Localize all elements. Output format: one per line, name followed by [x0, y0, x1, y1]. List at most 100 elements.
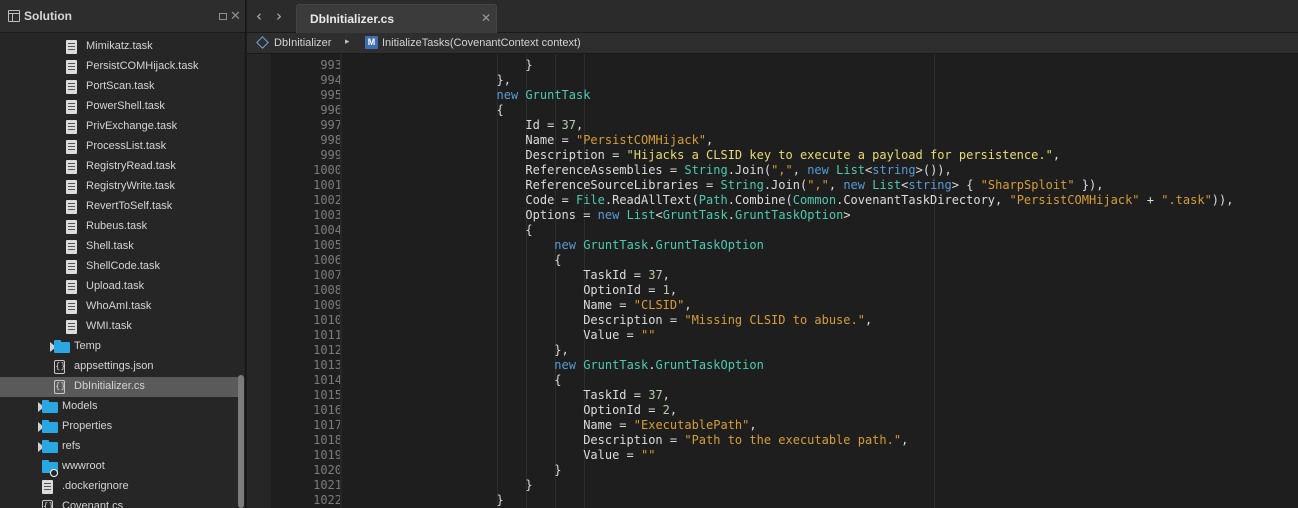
tree-item[interactable]: RegistryRead.task — [0, 157, 238, 177]
breadcrumb-class[interactable]: DbInitializer — [274, 37, 331, 49]
code-line[interactable]: new GruntTask.GruntTaskOption — [352, 358, 764, 373]
tree-item-label: PortScan.task — [86, 80, 155, 92]
code-line[interactable]: ReferenceSourceLibraries = String.Join("… — [352, 178, 1103, 193]
nav-forward-icon[interactable]: › — [276, 7, 282, 25]
code-token: string — [872, 163, 916, 177]
code-token: OptionId = — [352, 403, 663, 417]
tree-item[interactable]: WhoAmI.task — [0, 297, 238, 317]
code-token: Value = — [352, 328, 641, 342]
tree-item[interactable]: Temp — [0, 337, 238, 357]
code-line[interactable]: Description = "Hijacks a CLSID key to ex… — [352, 148, 1060, 163]
tree-item[interactable]: Rubeus.task — [0, 217, 238, 237]
tree-item[interactable]: Mimikatz.task — [0, 37, 238, 57]
tree-item[interactable]: {} DbInitializer.cs — [0, 377, 238, 397]
tree-item[interactable]: Upload.task — [0, 277, 238, 297]
code-line[interactable]: new GruntTask — [352, 88, 591, 103]
code-line[interactable]: Name = "ExecutablePath", — [352, 418, 757, 433]
tree-item[interactable]: Models — [0, 397, 238, 417]
tree-item-label: PersistCOMHijack.task — [86, 60, 199, 72]
code-token: > — [843, 208, 851, 222]
code-editor[interactable]: 993 994 995 996 997 998 999 1000 1001 1002 1003 100… — [247, 54, 1298, 508]
code-token: "Missing CLSID to abuse." — [684, 313, 865, 327]
code-line[interactable]: Id = 37, — [352, 118, 583, 133]
tree-item[interactable]: WMI.task — [0, 317, 238, 337]
sidebar-scrollbar[interactable] — [238, 375, 244, 508]
tree-item[interactable]: {} Covenant.cs — [0, 497, 238, 508]
column-ruler — [934, 54, 935, 508]
folder-icon — [42, 420, 58, 433]
nav-back-icon[interactable]: ‹ — [256, 7, 262, 25]
tree-item-label: Upload.task — [86, 280, 145, 292]
tree-item[interactable]: PersistCOMHijack.task — [0, 57, 238, 77]
code-line[interactable]: Value = "" — [352, 448, 655, 463]
file-icon — [66, 200, 77, 214]
code-token: GruntTaskOption — [655, 238, 764, 252]
code-line[interactable]: ReferenceAssemblies = String.Join(",", n… — [352, 163, 951, 178]
code-line[interactable]: Value = "" — [352, 328, 655, 343]
close-pad-icon[interactable]: ✕ — [230, 8, 241, 24]
code-line[interactable]: } — [352, 58, 532, 73]
line-number: 1021 — [313, 478, 342, 492]
code-line[interactable]: Code = File.ReadAllText(Path.Combine(Com… — [352, 193, 1233, 208]
tree-item-label: ShellCode.task — [86, 260, 160, 272]
code-token: .Join( — [763, 178, 808, 192]
code-line[interactable]: Options = new List<GruntTask.GruntTaskOp… — [352, 208, 851, 223]
code-line[interactable]: } — [352, 463, 561, 478]
code-line[interactable]: } — [352, 478, 532, 493]
tree-item[interactable]: {} appsettings.json — [0, 357, 238, 377]
tree-item[interactable]: .dockerignore — [0, 477, 238, 497]
tree-item-label: RevertToSelf.task — [86, 200, 173, 212]
tree-item[interactable]: ProcessList.task — [0, 137, 238, 157]
code-token: "CLSID" — [633, 298, 685, 312]
line-number: 997 — [320, 118, 342, 132]
code-line[interactable]: { — [352, 253, 561, 268]
code-line[interactable]: { — [352, 373, 561, 388]
code-line[interactable]: Name = "CLSID", — [352, 298, 691, 313]
code-line[interactable]: }, — [352, 343, 568, 358]
file-icon — [66, 140, 77, 154]
tree-item-label: Properties — [62, 420, 113, 432]
line-number: 1010 — [313, 313, 342, 327]
tree-item[interactable]: ShellCode.task — [0, 257, 238, 277]
code-line[interactable]: TaskId = 37, — [352, 388, 670, 403]
code-line[interactable]: TaskId = 37, — [352, 268, 670, 283]
code-token: File — [575, 193, 605, 207]
code-line[interactable]: Description = "Path to the executable pa… — [352, 433, 908, 448]
tree-item[interactable]: PowerShell.task — [0, 97, 238, 117]
code-line[interactable]: new GruntTask.GruntTaskOption — [352, 238, 764, 253]
tree-item[interactable]: PortScan.task — [0, 77, 238, 97]
code-line[interactable]: Description = "Missing CLSID to abuse.", — [352, 313, 872, 328]
line-number-gutter: 993 994 995 996 997 998 999 1000 1001 1002 1003 100… — [271, 54, 342, 508]
tree-item[interactable]: PrivExchange.task — [0, 117, 238, 137]
code-line[interactable]: { — [352, 223, 532, 238]
folder-icon — [42, 440, 58, 453]
solution-tree[interactable]: Mimikatz.task PersistCOMHijack.task PortSc… — [0, 33, 238, 508]
code-token: "SharpSploit" — [980, 178, 1075, 192]
code-line[interactable]: }, — [352, 73, 510, 88]
code-line[interactable]: OptionId = 2, — [352, 403, 677, 418]
tree-item[interactable]: wwwroot — [0, 457, 238, 477]
tree-item[interactable]: RegistryWrite.task — [0, 177, 238, 197]
file-icon — [66, 160, 77, 174]
line-number: 1004 — [313, 223, 342, 237]
minimize-pad-icon[interactable] — [219, 13, 227, 20]
code-line[interactable]: OptionId = 1, — [352, 283, 677, 298]
code-token: ReferenceAssemblies = — [352, 163, 685, 177]
tree-item-label: DbInitializer.cs — [74, 380, 145, 392]
file-icon — [66, 100, 77, 114]
code-line[interactable]: Name = "PersistCOMHijack", — [352, 133, 713, 148]
code-area[interactable]: } }, new GruntTask { Id = 37, Name = "Pe… — [352, 54, 1298, 508]
breadcrumb-method[interactable]: InitializeTasks(CovenantContext context) — [382, 37, 581, 49]
tree-item[interactable]: refs — [0, 437, 238, 457]
tree-item[interactable]: Shell.task — [0, 237, 238, 257]
breakpoint-margin[interactable] — [247, 54, 271, 508]
tree-item[interactable]: RevertToSelf.task — [0, 197, 238, 217]
tab-dbinitializer[interactable]: DbInitializer.cs ✕ — [296, 4, 497, 33]
code-token: , — [749, 418, 757, 432]
code-token: new — [597, 208, 620, 222]
code-token: Name = — [352, 298, 634, 312]
tree-item[interactable]: Properties — [0, 417, 238, 437]
code-line[interactable]: { — [352, 103, 503, 118]
code-line[interactable]: } — [352, 493, 503, 508]
close-tab-icon[interactable]: ✕ — [481, 11, 491, 25]
